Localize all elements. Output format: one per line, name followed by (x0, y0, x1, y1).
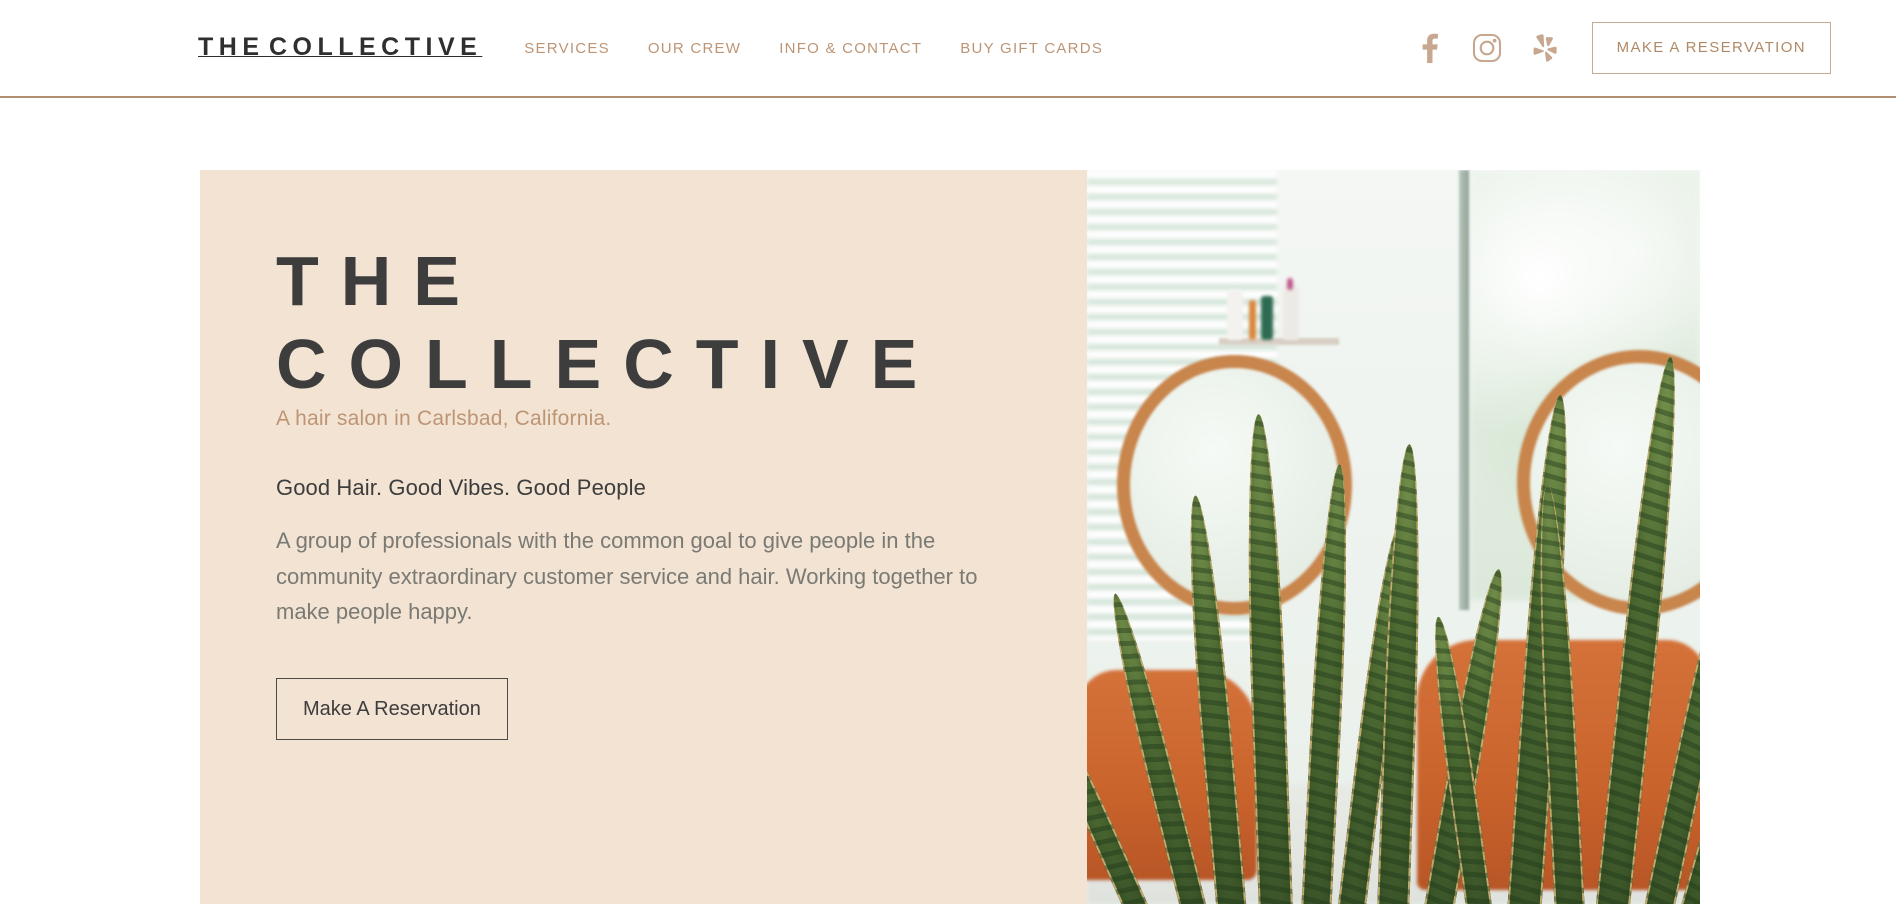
hero-title-line-collective: COLLECTIVE (276, 324, 940, 403)
nav-item-our-crew[interactable]: OUR CREW (648, 40, 741, 57)
hero-title-line-the: THE (276, 242, 482, 320)
hero-tagline: Good Hair. Good Vibes. Good People (276, 475, 646, 501)
hero-body-text: A group of professionals with the common… (276, 528, 978, 625)
social-links (1412, 31, 1562, 65)
hero-section: THE COLLECTIVE A hair salon in Carlsbad,… (200, 170, 1700, 904)
instagram-icon[interactable] (1470, 31, 1504, 65)
header-make-reservation-button[interactable]: MAKE A RESERVATION (1591, 22, 1831, 74)
photo-product-bottle (1287, 278, 1293, 290)
photo-product-bottle (1249, 300, 1256, 340)
nav-item-info-contact[interactable]: INFO & CONTACT (779, 40, 922, 57)
header-actions: MAKE A RESERVATION (1412, 22, 1831, 74)
brand-line-the: THE (198, 33, 265, 62)
hero-subtitle: A hair salon in Carlsbad, California. (276, 407, 612, 431)
facebook-icon[interactable] (1412, 31, 1446, 65)
main-navigation: SERVICES OUR CREW INFO & CONTACT BUY GIF… (524, 40, 1103, 57)
yelp-icon[interactable] (1528, 31, 1562, 65)
photo-window-frame (1459, 170, 1469, 610)
brand-logo[interactable]: THE COLLECTIVE (198, 35, 482, 61)
nav-item-services[interactable]: SERVICES (524, 40, 610, 57)
site-header: THE COLLECTIVE SERVICES OUR CREW INFO & … (0, 0, 1896, 98)
hero-make-reservation-button[interactable]: Make A Reservation (276, 678, 508, 741)
photo-product-bottle (1261, 296, 1273, 340)
photo-product-bottle (1227, 290, 1243, 340)
hero-photo: Salon interior with round wood-framed mi… (1087, 170, 1700, 904)
photo-mirror-left (1117, 355, 1352, 615)
hero-title: THE COLLECTIVE (276, 240, 1087, 405)
photo-product-bottle (1283, 286, 1299, 340)
nav-item-buy-gift-cards[interactable]: BUY GIFT CARDS (960, 40, 1103, 57)
brand-line-collective: COLLECTIVE (268, 33, 483, 62)
hero-content-panel: THE COLLECTIVE A hair salon in Carlsbad,… (200, 170, 1087, 904)
